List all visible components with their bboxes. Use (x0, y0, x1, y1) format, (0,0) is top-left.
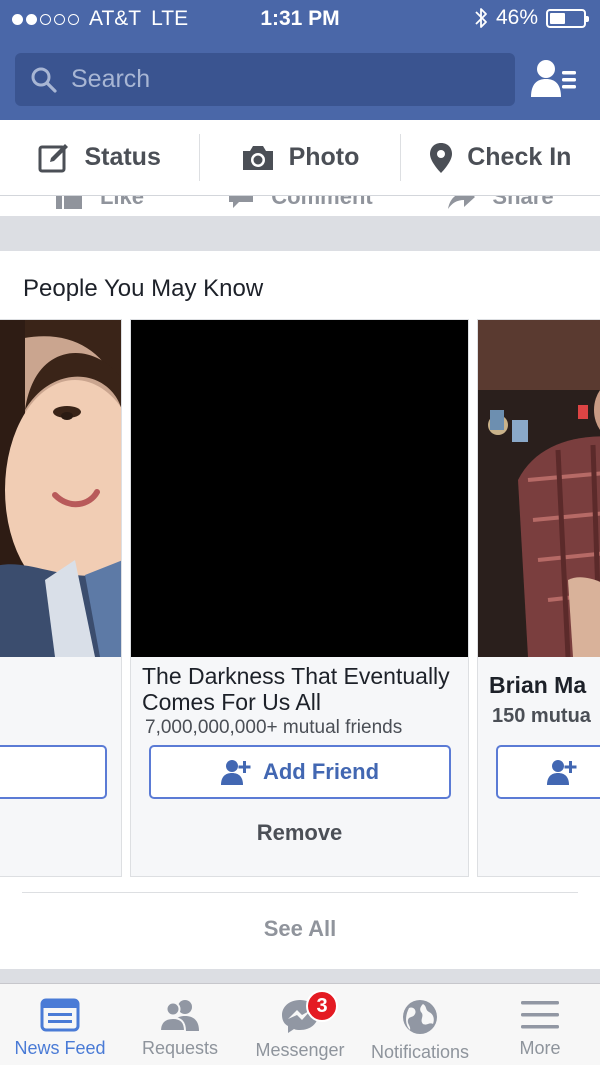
like-label: Like (99, 196, 145, 209)
add-friend-icon (220, 760, 251, 785)
tab-news-feed[interactable]: News Feed (0, 984, 120, 1065)
see-all-link[interactable]: See All (0, 916, 600, 942)
like-button[interactable]: Like (0, 196, 200, 210)
pymk-card: The Darkness That Eventually Comes For U… (130, 319, 469, 877)
like-icon (55, 196, 82, 209)
person-name[interactable]: Brian Ma (489, 672, 600, 698)
top-header: Search (0, 40, 600, 120)
check-in-button[interactable]: Check In (401, 120, 600, 195)
person-name[interactable]: The Darkness That Eventually Comes For U… (142, 663, 462, 715)
unread-badge: 3 (306, 990, 338, 1022)
tab-label: News Feed (14, 1038, 106, 1058)
globe-icon (403, 1000, 437, 1034)
friend-requests-icon (531, 60, 576, 97)
add-friend-button[interactable]: Add Friend (149, 745, 451, 799)
add-friend-button[interactable]: end (0, 745, 107, 799)
status-button[interactable]: Status (0, 120, 199, 195)
battery-icon (546, 8, 589, 28)
battery-info: 46% (474, 6, 589, 30)
photo-button[interactable]: Photo (200, 120, 399, 195)
remove-button[interactable]: Remove (131, 820, 468, 846)
friend-requests-button[interactable] (530, 57, 580, 101)
bottom-tab-bar: News Feed Requests Messenger 3 Notificat… (0, 983, 600, 1065)
edit-icon (38, 143, 69, 172)
people-you-may-know: People You May Know e (0, 251, 600, 969)
share-button[interactable]: Share (400, 196, 600, 210)
search-placeholder: Search (71, 65, 151, 93)
post-actions-bar: Like Comment Share (0, 196, 600, 216)
mutual-friends: 150 mutua (492, 705, 591, 727)
add-friend-label: Add Friend (262, 759, 380, 784)
composer-bar: Status Photo Check In (0, 120, 600, 196)
tab-label: More (519, 1038, 561, 1058)
tab-more[interactable]: More (480, 984, 600, 1065)
status-bar: AT&T LTE 1:31 PM 46% (0, 0, 600, 40)
add-friend-button[interactable] (496, 745, 600, 799)
status-label: Status (84, 143, 161, 171)
share-label: Share (492, 196, 554, 209)
tab-messenger[interactable]: Messenger 3 (240, 984, 360, 1065)
mutual-friends: 7,000,000,000+ mutual friends (145, 717, 403, 738)
search-icon (31, 67, 57, 93)
photo-label: Photo (288, 143, 360, 171)
comment-icon (229, 196, 254, 208)
news-feed-icon (40, 998, 80, 1032)
tab-requests[interactable]: Requests (120, 984, 240, 1065)
friends-icon (158, 1000, 199, 1032)
profile-photo[interactable] (131, 320, 468, 657)
search-bar[interactable]: Search (15, 53, 515, 106)
pymk-card: end (0, 319, 122, 877)
camera-icon (242, 145, 273, 170)
menu-icon (521, 1001, 559, 1029)
check-in-label: Check In (467, 143, 572, 171)
pymk-title: People You May Know (23, 275, 264, 302)
pymk-card: Brian Ma 150 mutua (477, 319, 600, 877)
comment-button[interactable]: Comment (200, 196, 400, 210)
divider (22, 892, 578, 893)
share-icon (448, 196, 476, 209)
tab-label: Requests (141, 1038, 219, 1058)
comment-label: Comment (271, 196, 373, 209)
tab-notifications[interactable]: Notifications (360, 984, 480, 1065)
profile-photo[interactable] (478, 320, 600, 657)
add-friend-icon (547, 760, 577, 785)
facebook-app: AT&T LTE 1:31 PM 46% Search Status Photo… (0, 0, 600, 1065)
tab-label: Messenger (255, 1040, 345, 1060)
location-pin-icon (430, 142, 453, 173)
bluetooth-icon (475, 8, 487, 28)
battery-percent: 46% (495, 6, 538, 29)
profile-photo[interactable] (0, 320, 121, 657)
tab-label: Notifications (370, 1042, 470, 1062)
